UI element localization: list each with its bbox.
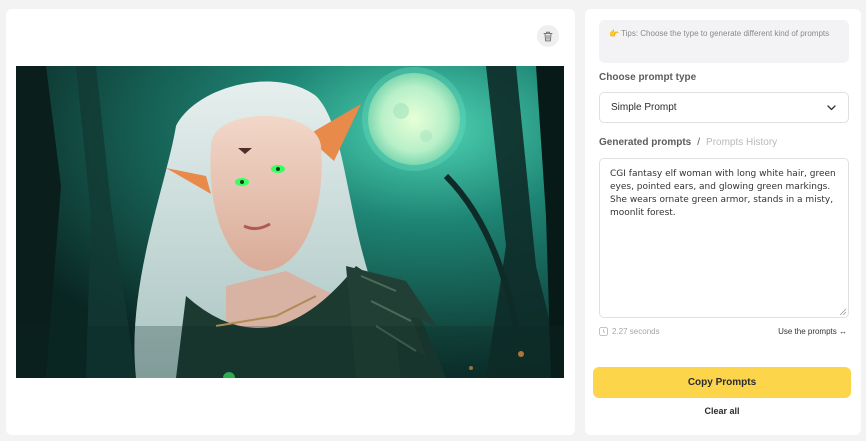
- pointing-hand-icon: 👉: [609, 29, 619, 38]
- delete-image-button[interactable]: [537, 25, 559, 47]
- generation-time: 2.27 seconds: [599, 327, 660, 336]
- generation-time-text: 2.27 seconds: [612, 327, 660, 336]
- prompt-type-label: Choose prompt type: [599, 72, 697, 83]
- prompt-type-value: Simple Prompt: [611, 102, 677, 113]
- tab-prompts-history[interactable]: Prompts History: [706, 137, 777, 148]
- prompt-tabs: Generated prompts / Prompts History: [599, 137, 777, 148]
- tips-box: 👉 Tips: Choose the type to generate diffe…: [599, 20, 849, 63]
- resize-grip-icon[interactable]: [839, 308, 847, 316]
- clock-icon: [599, 327, 608, 336]
- trash-icon: [543, 31, 553, 41]
- chevron-down-icon: [827, 104, 836, 110]
- tab-generated-prompts[interactable]: Generated prompts: [599, 137, 691, 148]
- clear-all-button[interactable]: Clear all: [593, 406, 851, 416]
- prompt-panel: 👉 Tips: Choose the type to generate diffe…: [585, 9, 861, 435]
- image-panel: [6, 9, 575, 435]
- use-the-prompts-link[interactable]: Use the prompts ↔: [778, 327, 847, 336]
- generated-prompt-textarea[interactable]: CGI fantasy elf woman with long white ha…: [599, 158, 849, 318]
- tab-separator: /: [697, 137, 701, 148]
- tips-text: Tips: Choose the type to generate differ…: [621, 29, 830, 38]
- generated-image: [16, 66, 564, 378]
- prompt-type-select[interactable]: Simple Prompt: [599, 92, 849, 123]
- copy-prompts-button[interactable]: Copy Prompts: [593, 367, 851, 398]
- prompt-meta-row: 2.27 seconds Use the prompts ↔: [599, 327, 847, 336]
